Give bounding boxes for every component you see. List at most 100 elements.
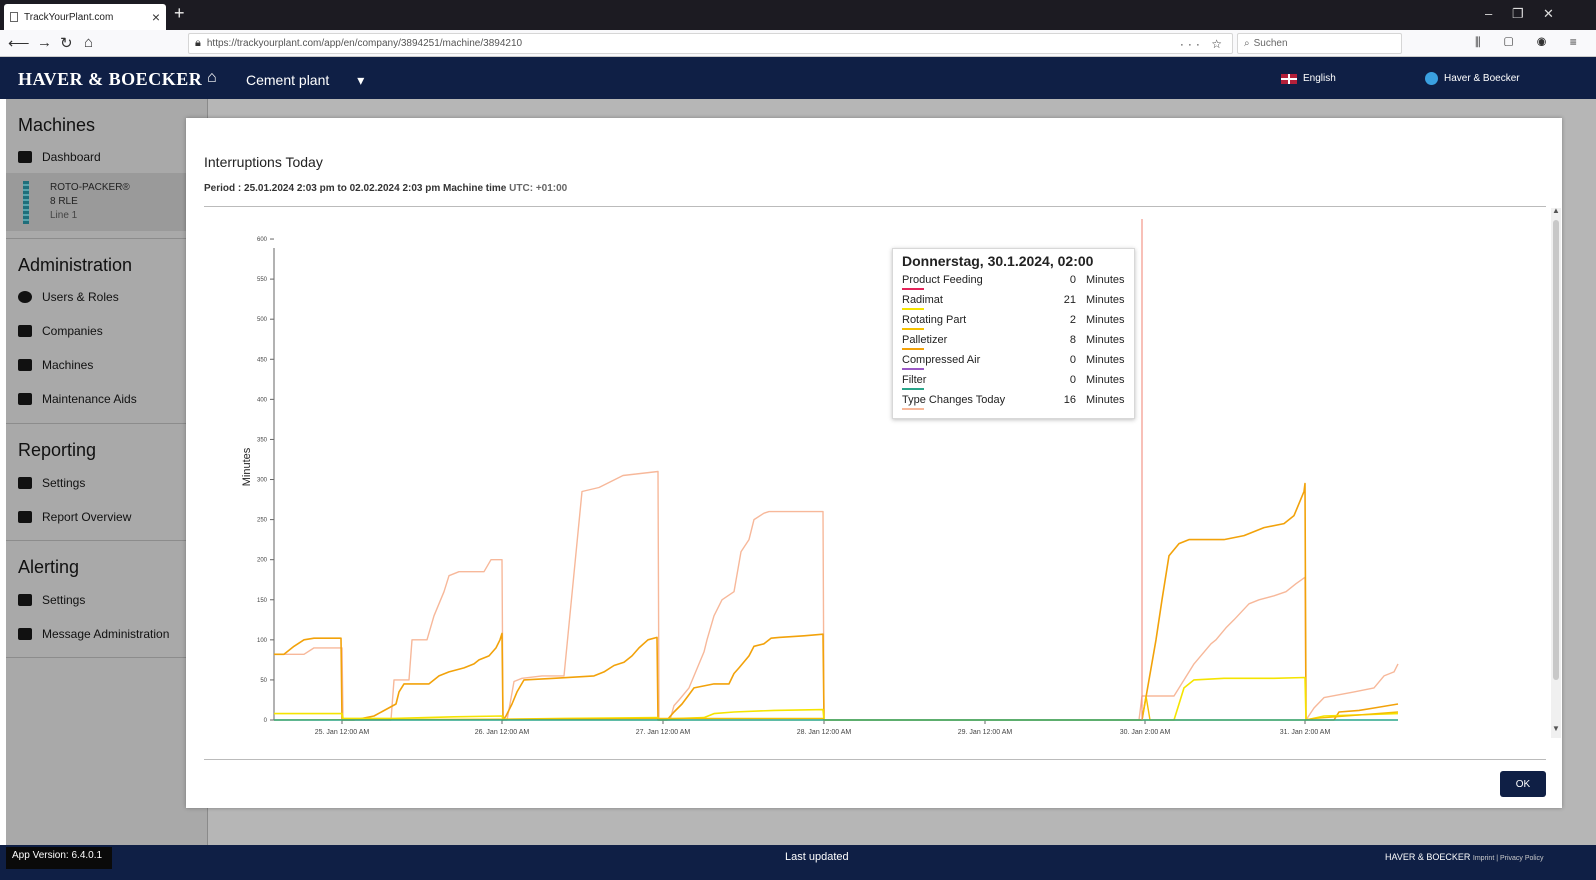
close-tab-icon[interactable]: × (152, 9, 160, 25)
chevron-down-icon: ▾ (357, 72, 365, 88)
y-tick-label: 500 (257, 317, 268, 323)
tooltip-series-name: Radimat (902, 294, 1052, 310)
scroll-up-icon[interactable]: ▲ (1552, 206, 1560, 215)
tooltip-series-name: Type Changes Today (902, 394, 1052, 410)
browser-tab[interactable]: TrackYourPlant.com × (4, 4, 166, 30)
sidebar-item-alerting-settings[interactable]: Settings (18, 593, 85, 607)
home-page-icon[interactable]: ⌂ (84, 34, 93, 51)
tooltip-series-value: 16 (1063, 394, 1076, 406)
user-icon (18, 291, 32, 303)
footer-brand: HAVER & BOECKER (1385, 852, 1471, 862)
utc-offset: UTC: +01:00 (509, 183, 568, 194)
tooltip-row: Radimat 21 Minutes (902, 294, 1125, 314)
series-color-swatch (902, 288, 924, 290)
tooltip-series-value: 8 (1069, 334, 1076, 346)
sidebar-item-maintenance-aids[interactable]: Maintenance Aids (18, 392, 137, 406)
x-tick-label: 27. Jan 12:00 AM (636, 729, 691, 736)
plant-select[interactable]: Cement plant ▾ (246, 72, 364, 89)
close-window-icon[interactable]: ✕ (1543, 6, 1554, 22)
sidebar-item-label: Maintenance Aids (42, 392, 137, 406)
tooltip-row: Compressed Air 0 Minutes (902, 354, 1125, 374)
tooltip-series-unit: Minutes (1086, 354, 1125, 366)
dialog-divider (204, 206, 1546, 207)
building-icon (18, 325, 32, 337)
browser-search-input[interactable]: ⌕ Suchen (1237, 33, 1402, 54)
tooltip-series-value: 2 (1069, 314, 1076, 326)
new-tab-icon[interactable]: + (174, 3, 185, 24)
sidebar-item-report-overview[interactable]: Report Overview (18, 510, 131, 524)
language-label: English (1303, 73, 1336, 84)
back-icon[interactable]: ⟵ (8, 34, 30, 52)
tooltip-series-name: Product Feeding (902, 274, 1052, 290)
dialog-scrollbar[interactable]: ▲ ▼ (1551, 206, 1561, 738)
alerting-heading: Alerting (18, 557, 80, 577)
tooltip-row: Product Feeding 0 Minutes (902, 274, 1125, 294)
machine-model: 8 RLE (50, 196, 78, 207)
tooltip-series-name: Palletizer (902, 334, 1052, 350)
sidebar-item-label: Settings (42, 476, 86, 490)
series-line (274, 470, 1399, 721)
tooltip-series-name: Rotating Part (902, 314, 1052, 330)
administration-heading: Administration (18, 255, 133, 275)
dialog-title: Interruptions Today (204, 154, 323, 170)
reload-icon[interactable]: ↻ (60, 34, 73, 52)
reporting-heading: Reporting (18, 440, 97, 460)
tooltip-series-unit: Minutes (1086, 374, 1125, 386)
y-tick-label: 350 (257, 437, 268, 443)
x-tick-label: 29. Jan 12:00 AM (958, 729, 1013, 736)
app-version: App Version: 6.4.0.1 (6, 847, 113, 869)
last-updated: Last updated (785, 851, 849, 863)
sidebar-machine-card[interactable]: ROTO-PACKER® 8 RLE Line 1 (6, 173, 208, 231)
browser-tab-title: TrackYourPlant.com (24, 11, 114, 23)
forward-icon[interactable]: → (37, 34, 52, 51)
language-selector[interactable]: English (1281, 73, 1336, 84)
minimize-icon[interactable]: – (1485, 6, 1492, 21)
interruptions-chart[interactable]: 050100150200250300350400450500550600Minu… (186, 213, 1546, 753)
ok-button[interactable]: OK (1500, 771, 1546, 797)
machine-icon (18, 359, 32, 371)
machine-line: Line 1 (50, 210, 78, 221)
sidebar-item-label: Settings (42, 593, 86, 607)
x-tick-label: 30. Jan 2:00 AM (1120, 729, 1171, 736)
search-icon: ⌕ (1244, 38, 1250, 49)
series-color-swatch (902, 308, 924, 310)
scrollbar-thumb[interactable] (1553, 220, 1559, 680)
restore-icon[interactable]: ❐ (1512, 6, 1524, 22)
tooltip-series-value: 0 (1069, 274, 1076, 286)
sidebar-item-message-administration[interactable]: Message Administration (18, 627, 169, 641)
x-tick-label: 25. Jan 12:00 AM (315, 729, 370, 736)
sidebar-item-dashboard[interactable]: Dashboard (18, 150, 101, 164)
y-tick-label: 300 (257, 478, 268, 484)
browser-toolbar-icons[interactable]: ⫼ ▢ ◉ ≡ (1475, 35, 1587, 50)
scroll-down-icon[interactable]: ▼ (1552, 724, 1560, 733)
uk-flag-icon (1281, 73, 1297, 84)
folder-icon (18, 511, 32, 523)
brand-logo[interactable]: HAVER & BOECKER (18, 69, 202, 90)
sidebar-item-machines[interactable]: Machines (18, 358, 93, 372)
user-icon (1425, 72, 1438, 85)
y-tick-label: 600 (257, 237, 268, 243)
grid-icon (18, 151, 32, 163)
sidebar-item-companies[interactable]: Companies (18, 324, 103, 338)
interruptions-dialog: Interruptions Today Period : 25.01.2024 … (186, 118, 1562, 808)
period-text: Period : 25.01.2024 2:03 pm to 02.02.202… (204, 183, 567, 194)
tooltip-row: Palletizer 8 Minutes (902, 334, 1125, 354)
sidebar-item-label: Companies (42, 324, 103, 338)
browser-tab-bar: TrackYourPlant.com × + – ❐ ✕ (0, 0, 1596, 30)
sidebar-item-users-roles[interactable]: Users & Roles (18, 290, 119, 304)
tooltip-series-unit: Minutes (1086, 274, 1125, 286)
account-menu[interactable]: Haver & Boecker (1425, 72, 1520, 85)
footer-links[interactable]: Imprint | Privacy Policy (1473, 855, 1544, 862)
page-actions-icon[interactable]: ··· ☆ (1180, 37, 1226, 51)
account-label: Haver & Boecker (1444, 73, 1520, 84)
home-icon[interactable]: ⌂ (207, 69, 217, 87)
dialog-divider (204, 759, 1546, 760)
messages-icon (18, 628, 32, 640)
sidebar-divider (6, 540, 208, 541)
sidebar-item-reporting-settings[interactable]: Settings (18, 476, 85, 490)
series-color-swatch (902, 328, 924, 330)
x-tick-label: 28. Jan 12:00 AM (797, 729, 852, 736)
address-bar[interactable]: 🔒︎ https://trackyourplant.com/app/en/com… (188, 33, 1233, 54)
tooltip-title: Donnerstag, 30.1.2024, 02:00 (902, 253, 1094, 269)
sidebar-divider (6, 238, 208, 239)
